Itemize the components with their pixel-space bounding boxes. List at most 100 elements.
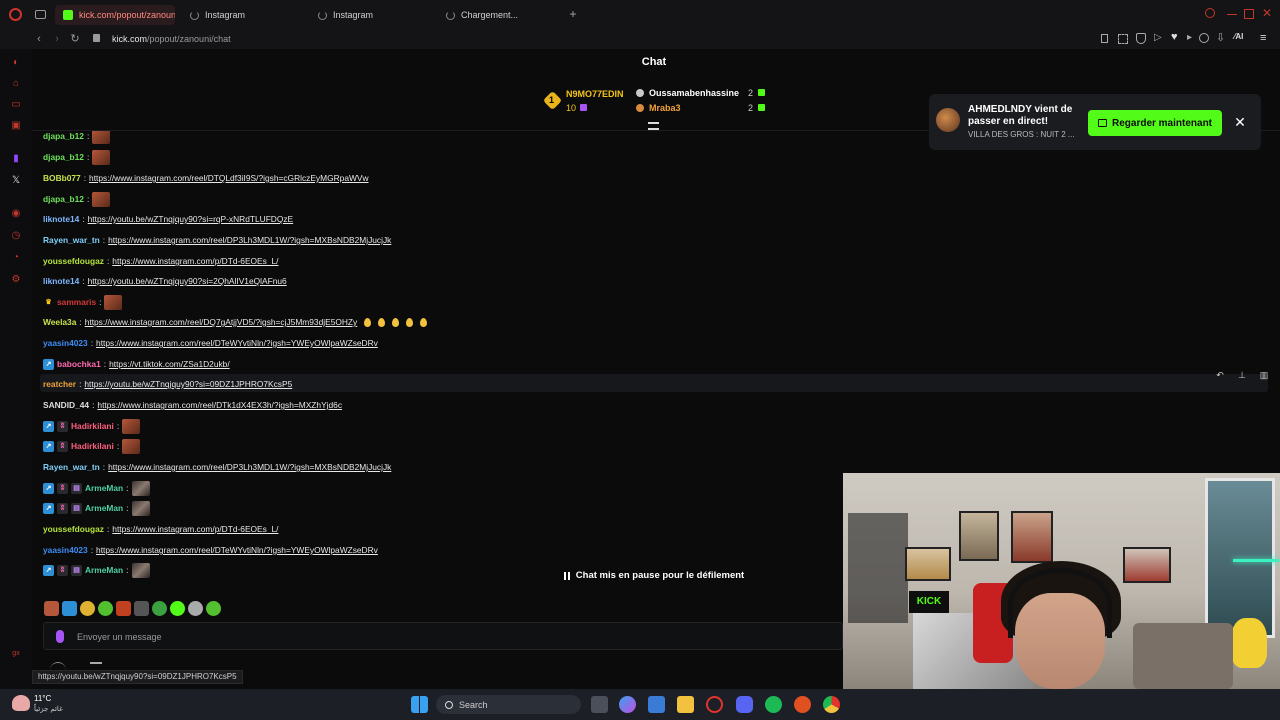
chat-message[interactable]: youssefdougaz: https://www.instagram.com/… (43, 253, 278, 269)
delete-icon[interactable]: ▥ (1258, 369, 1270, 381)
tab-instagram-2[interactable]: Instagram (310, 5, 430, 25)
maximize-icon[interactable] (1244, 9, 1254, 19)
chat-settings-icon[interactable] (90, 662, 102, 670)
sidebar-media-icon[interactable]: ▣ (10, 120, 22, 132)
play-icon[interactable]: ▷ (1154, 32, 1162, 43)
chat-username[interactable]: Hadirkilani (71, 438, 114, 454)
quick-emote-icon[interactable] (134, 601, 149, 616)
top-gifter-3-name[interactable]: Mraba3 (649, 103, 681, 113)
message-link[interactable]: https://vt.tiktok.com/ZSa1D2ukb/ (109, 356, 230, 372)
sidebar-player-icon[interactable]: ◉ (10, 208, 22, 220)
expand-gifters-icon[interactable] (648, 122, 659, 130)
sidebar-history-icon[interactable]: ◷ (10, 230, 22, 242)
message-link[interactable]: https://youtu.be/wZTnqjquy90?si=2QhAlIV1… (88, 273, 287, 289)
opera-logo-icon[interactable] (9, 8, 22, 21)
chat-username[interactable]: yaasin4023 (43, 335, 88, 351)
chat-username[interactable]: sammaris (57, 294, 96, 310)
new-tab-icon[interactable]: + (567, 8, 579, 20)
forward-icon[interactable]: › (50, 32, 64, 46)
workspaces-icon[interactable] (35, 10, 46, 19)
chat-message[interactable]: djapa_b12: (43, 191, 111, 207)
chat-message[interactable]: Weela3a: https://www.instagram.com/reel/D… (43, 314, 428, 330)
chat-message[interactable]: djapa_b12: (43, 131, 111, 144)
bookmark-icon[interactable] (1101, 34, 1108, 43)
taskbar-search[interactable]: Search (436, 695, 581, 714)
reply-icon[interactable]: ↶ (1214, 369, 1226, 381)
close-window-icon[interactable]: ✕ (1262, 6, 1274, 20)
sidebar-messenger-icon[interactable]: ▭ (10, 99, 22, 111)
quick-emote-icon[interactable] (170, 601, 185, 616)
tab-kick-chat[interactable]: kick.com/popout/zanouni/ (55, 5, 175, 25)
users-icon[interactable] (50, 662, 66, 670)
chat-username[interactable]: ArmeMan (85, 500, 123, 516)
top-gifter-2-name[interactable]: Oussamabenhassine (649, 88, 739, 98)
close-notification-button[interactable]: ✕ (1232, 114, 1248, 130)
chat-username[interactable]: babochka1 (57, 356, 101, 372)
quick-emote-icon[interactable] (206, 601, 221, 616)
chat-username[interactable]: ArmeMan (85, 480, 123, 496)
chat-message[interactable]: youssefdougaz: https://www.instagram.com/… (43, 521, 278, 537)
chat-username[interactable]: yaasin4023 (43, 542, 88, 558)
chat-username[interactable]: BOBb077 (43, 170, 81, 186)
app-icon[interactable] (794, 696, 811, 713)
chat-message[interactable]: ♛ sammaris: (43, 294, 123, 310)
spotify-icon[interactable] (765, 696, 782, 713)
heart-icon[interactable]: ♥ (1171, 31, 1178, 43)
chat-message[interactable]: ↗ ʬ ▤ ArmeMan: (43, 480, 150, 496)
shield-icon[interactable] (1136, 33, 1146, 44)
weather-icon[interactable] (12, 695, 30, 711)
quick-emote-icon[interactable] (80, 601, 95, 616)
opera-gx-taskbar-icon[interactable] (706, 696, 723, 713)
message-link[interactable]: https://www.instagram.com/reel/DTeWYvtiN… (96, 335, 378, 351)
chat-message[interactable]: liknote14: https://youtu.be/wZTnqjquy90?s… (43, 211, 293, 227)
chat-message[interactable]: Rayen_war_tn: https://www.instagram.com/r… (43, 232, 391, 248)
chat-username[interactable]: ArmeMan (85, 562, 123, 578)
sidebar-x-icon[interactable]: 𝕏 (10, 175, 22, 187)
chat-username[interactable]: Rayen_war_tn (43, 459, 100, 475)
chat-username[interactable]: Hadirkilani (71, 418, 114, 434)
task-view-icon[interactable] (591, 696, 608, 713)
tab-instagram-1[interactable]: Instagram (182, 5, 302, 25)
sidebar-twitch-icon[interactable]: ▮ (10, 153, 22, 165)
chat-message[interactable]: yaasin4023: https://www.instagram.com/ree… (43, 542, 378, 558)
message-link[interactable]: https://youtu.be/wZTnqjquy90?si=09DZ1JPH… (84, 376, 292, 392)
chat-message[interactable]: ↗ babochka1: https://vt.tiktok.com/ZSa1D2u… (43, 356, 230, 372)
chat-message[interactable]: liknote14: https://youtu.be/wZTnqjquy90?s… (43, 273, 287, 289)
sidebar-downloads-icon[interactable]: ◔ (10, 252, 22, 264)
chat-username[interactable]: youssefdougaz (43, 521, 104, 537)
chat-username[interactable]: liknote14 (43, 273, 79, 289)
message-link[interactable]: https://www.instagram.com/reel/DTQLdf3iI… (89, 170, 369, 186)
message-link[interactable]: https://www.instagram.com/reel/DP3Lh3MDL… (108, 459, 391, 475)
pin-icon[interactable]: ⊥ (1236, 369, 1248, 381)
copilot-icon[interactable] (619, 696, 636, 713)
chat-username[interactable]: Rayen_war_tn (43, 232, 100, 248)
chat-username[interactable]: SANDID_44 (43, 397, 89, 413)
quick-emote-icon[interactable] (44, 601, 59, 616)
sidebar-ai-icon[interactable]: ◐ (10, 57, 22, 69)
chat-username[interactable]: djapa_b12 (43, 191, 84, 207)
chat-username[interactable]: reatcher (43, 376, 76, 392)
windows-start-icon[interactable] (411, 696, 428, 713)
chrome-icon[interactable] (823, 696, 840, 713)
sidebar-gx-icon[interactable]: gx (10, 648, 22, 660)
chat-username[interactable]: youssefdougaz (43, 253, 104, 269)
chat-username[interactable]: Weela3a (43, 314, 76, 330)
chat-message[interactable]: SANDID_44: https://www.instagram.com/reel… (43, 397, 342, 413)
chat-username[interactable]: djapa_b12 (43, 131, 84, 144)
chat-message[interactable]: ↗ ʬ Hadirkilani: (43, 438, 141, 454)
aria-ai-icon[interactable]: ⁄AI (1234, 32, 1243, 41)
quick-emote-icon[interactable] (98, 601, 113, 616)
url-field[interactable]: kick.com/popout/zanouni/chat (112, 32, 231, 46)
chat-message[interactable]: Rayen_war_tn: https://www.instagram.com/r… (43, 459, 391, 475)
file-explorer-icon[interactable] (677, 696, 694, 713)
store-icon[interactable] (648, 696, 665, 713)
reload-icon[interactable]: ↻ (68, 32, 82, 46)
top-gifter-1-name[interactable]: N9MO77EDIN (566, 89, 624, 99)
tab-loading[interactable]: Chargement... (438, 5, 558, 25)
chat-username[interactable]: djapa_b12 (43, 149, 84, 165)
minimize-icon[interactable] (1227, 14, 1237, 15)
quick-emote-icon[interactable] (116, 601, 131, 616)
discord-icon[interactable] (736, 696, 753, 713)
extension-icon[interactable]: ▸ (1187, 32, 1192, 43)
message-link[interactable]: https://www.instagram.com/p/DTd-6EOEs_L/ (112, 253, 278, 269)
